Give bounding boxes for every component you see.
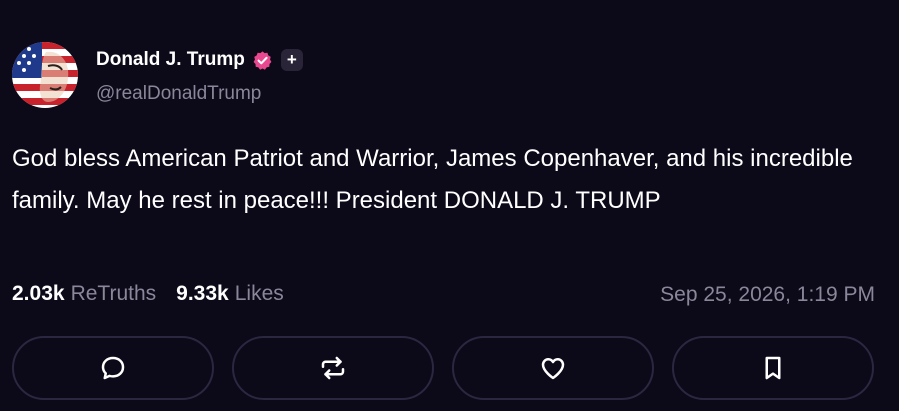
bookmark-button[interactable] bbox=[672, 336, 874, 400]
post-text: God bless American Patriot and Warrior, … bbox=[12, 145, 860, 214]
post-card: Donald J. Trump + @realDonaldTrump God b… bbox=[0, 0, 899, 411]
like-button[interactable] bbox=[452, 336, 654, 400]
reply-button[interactable] bbox=[12, 336, 214, 400]
heart-icon bbox=[541, 358, 565, 380]
avatar[interactable] bbox=[12, 42, 78, 108]
retruths-label[interactable]: ReTruths bbox=[71, 282, 157, 306]
likes-count[interactable]: 9.33k bbox=[176, 282, 229, 306]
chat-bubble-icon bbox=[101, 356, 125, 380]
author-handle[interactable]: @realDonaldTrump bbox=[96, 83, 261, 105]
author-name-row: Donald J. Trump + bbox=[96, 46, 303, 74]
post-timestamp: Sep 25, 2026, 1:19 PM bbox=[660, 283, 875, 306]
retruths-count[interactable]: 2.03k bbox=[12, 282, 65, 306]
retruth-button[interactable] bbox=[232, 336, 434, 400]
plus-badge-icon: + bbox=[280, 49, 303, 71]
repost-icon bbox=[321, 356, 345, 380]
flag-portrait-icon bbox=[12, 42, 78, 108]
post-actions bbox=[12, 336, 876, 404]
verified-badge-icon bbox=[252, 50, 273, 71]
likes-label[interactable]: Likes bbox=[235, 282, 284, 306]
bookmark-icon bbox=[765, 356, 781, 380]
post-stats: 2.03k ReTruths 9.33k Likes bbox=[12, 282, 284, 306]
author-display-name[interactable]: Donald J. Trump bbox=[96, 49, 245, 71]
